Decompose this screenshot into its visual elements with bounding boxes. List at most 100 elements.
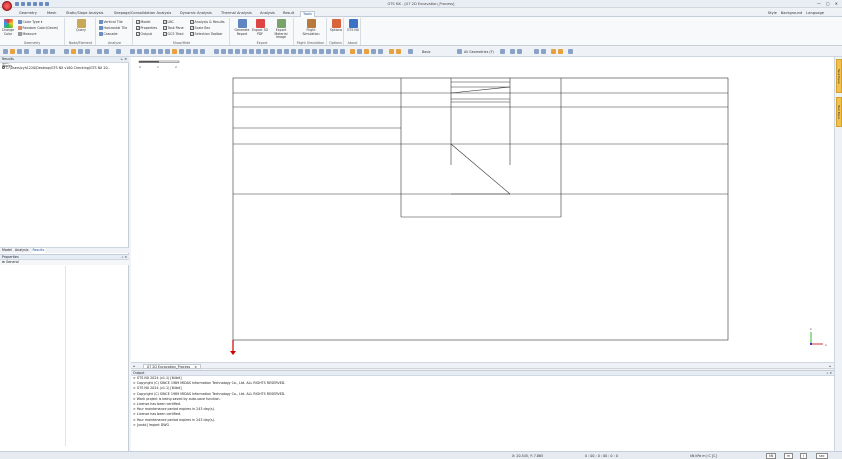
cascade-button[interactable]: Cascade	[99, 32, 118, 36]
tab-thermal[interactable]: Thermal Analysis	[219, 11, 254, 17]
toolbar-icon[interactable]	[371, 49, 376, 54]
properties-checkbox[interactable]: ✓ Properties	[136, 26, 157, 30]
view-icon[interactable]	[312, 49, 317, 54]
tab-tools[interactable]: Tools	[300, 10, 315, 17]
tab-analysis[interactable]: Analysis	[15, 248, 29, 253]
export-material-image-button[interactable]: Export Material Image	[270, 19, 292, 40]
view-icon[interactable]	[270, 49, 275, 54]
pin-icon[interactable]: ⊥ ✕	[121, 255, 127, 260]
minimize-button[interactable]: —	[817, 1, 821, 6]
zoom-icon[interactable]	[214, 49, 219, 54]
properties-group-general[interactable]: ⊞ General	[0, 260, 129, 265]
toolbar-icon[interactable]	[24, 49, 29, 54]
output-checkbox[interactable]: ✓ Output	[136, 32, 152, 36]
close-button[interactable]: ✕	[835, 1, 838, 6]
unit-time-select[interactable]: sec	[816, 453, 828, 459]
toolbar-icon[interactable]	[144, 49, 149, 54]
gcs-triad-checkbox[interactable]: ✓ GCS Triad	[163, 32, 183, 36]
measure-button[interactable]: Measure	[18, 32, 37, 36]
toolbar-icon[interactable]	[85, 49, 90, 54]
toolbar-icon[interactable]	[3, 49, 8, 54]
analysis-results-checkbox[interactable]: ✓ Analysis & Results	[190, 20, 225, 24]
select-icon[interactable]	[396, 49, 401, 54]
toolbar-icon[interactable]	[350, 49, 355, 54]
generate-report-button[interactable]: Generate Report	[233, 19, 251, 36]
vertical-tile-button[interactable]: Vertical Tile	[99, 20, 123, 24]
toolbar-icon[interactable]	[151, 49, 156, 54]
toolbar-icon[interactable]	[78, 49, 83, 54]
query-button[interactable]: Query	[74, 19, 88, 33]
toolbar-icon[interactable]	[534, 49, 539, 54]
horizontal-tile-button[interactable]: Horizontal Tile	[99, 26, 127, 30]
select-icon[interactable]	[389, 49, 394, 54]
tab-static-slope[interactable]: Static/Slope Analysis	[64, 11, 105, 17]
view-icon[interactable]	[333, 49, 338, 54]
unit-energy-select[interactable]: J	[800, 453, 807, 459]
toolbar-icon[interactable]	[256, 49, 261, 54]
maximize-button[interactable]: ▢	[826, 1, 830, 6]
background-menu[interactable]: Background	[781, 11, 802, 15]
toolbar-icon[interactable]	[500, 49, 505, 54]
change-color-button[interactable]: Change Color	[1, 19, 15, 36]
toolbar-icon[interactable]	[408, 49, 413, 54]
task-pane-tab[interactable]: Task Pane	[836, 59, 842, 93]
toolbar-icon[interactable]	[17, 49, 22, 54]
toolbar-icon[interactable]	[130, 49, 135, 54]
view-mode-dropdown[interactable]: Basic	[422, 50, 431, 54]
zoom-fit-icon[interactable]	[221, 49, 226, 54]
toolbar-icon[interactable]	[517, 49, 522, 54]
toolbar-icon[interactable]	[116, 49, 121, 54]
toolbar-icon[interactable]	[36, 49, 41, 54]
toolbar-icon[interactable]	[104, 49, 109, 54]
geometry-filter-dropdown[interactable]: All Geometries (F)	[464, 50, 494, 54]
toolbar-icon[interactable]	[43, 49, 48, 54]
tree-item-project[interactable]: C:\Users\cyh1220\Desktop\GTS NX v160 Che…	[0, 66, 128, 71]
pin-icon[interactable]: ⊥ ✕	[120, 57, 127, 62]
color-type-dropdown[interactable]: Color Type ▾	[18, 20, 42, 24]
tab-model[interactable]: Model	[2, 248, 12, 253]
tab-geometry[interactable]: Geometry	[17, 11, 39, 17]
model-viewport[interactable]: 0 1 2 x z	[131, 57, 834, 362]
tab-seepage[interactable]: Seepage/Consolidation Analysis	[112, 11, 173, 17]
toolbar-icon[interactable]	[193, 49, 198, 54]
view-icon[interactable]	[291, 49, 296, 54]
tab-results[interactable]: Results	[31, 248, 46, 253]
toolbar-icon[interactable]	[172, 49, 177, 54]
toolbar-icon[interactable]	[249, 49, 254, 54]
model-checkbox[interactable]: ✓ Model	[136, 20, 150, 24]
toolbar-icon[interactable]	[510, 49, 515, 54]
rotate-icon[interactable]	[242, 49, 247, 54]
toolbar-icon[interactable]	[165, 49, 170, 54]
view-icon[interactable]	[319, 49, 324, 54]
export-3d-pdf-button[interactable]: Export 3D PDF	[251, 19, 269, 36]
toolbar-icon[interactable]	[378, 49, 383, 54]
toolbar-icon[interactable]	[137, 49, 142, 54]
view-icon[interactable]	[277, 49, 282, 54]
view-icon[interactable]	[298, 49, 303, 54]
toolbar-icon[interactable]	[200, 49, 205, 54]
view-icon[interactable]	[305, 49, 310, 54]
toolbar-icon[interactable]	[158, 49, 163, 54]
filter-icon[interactable]	[457, 49, 462, 54]
toolbar-icon[interactable]	[186, 49, 191, 54]
app-logo-icon[interactable]	[2, 1, 12, 11]
tab-analysis[interactable]: Analysis	[258, 11, 277, 17]
toolbar-icon[interactable]	[10, 49, 15, 54]
view-icon[interactable]	[340, 49, 345, 54]
toolbar-icon[interactable]	[71, 49, 76, 54]
toolbar-icon[interactable]	[179, 49, 184, 54]
tool-pane-tab[interactable]: Tool Pane	[836, 97, 842, 127]
toolbar-icon[interactable]	[50, 49, 55, 54]
options-button[interactable]: Options	[329, 19, 343, 33]
toolbar-icon[interactable]	[357, 49, 362, 54]
view-icon[interactable]	[326, 49, 331, 54]
gts-nx-about-button[interactable]: GTS NX	[346, 19, 360, 33]
scroll-right-icon[interactable]: ▸	[829, 364, 831, 368]
style-menu[interactable]: Style	[768, 11, 777, 15]
toolbar-icon[interactable]	[541, 49, 546, 54]
scale-bar-checkbox[interactable]: ✓ Scale Bar	[190, 26, 210, 30]
toolbar-icon[interactable]	[568, 49, 573, 54]
unit-force-select[interactable]: kN	[766, 453, 777, 459]
random-color-button[interactable]: Random Color(Geom)	[18, 26, 58, 30]
zoom-window-icon[interactable]	[228, 49, 233, 54]
